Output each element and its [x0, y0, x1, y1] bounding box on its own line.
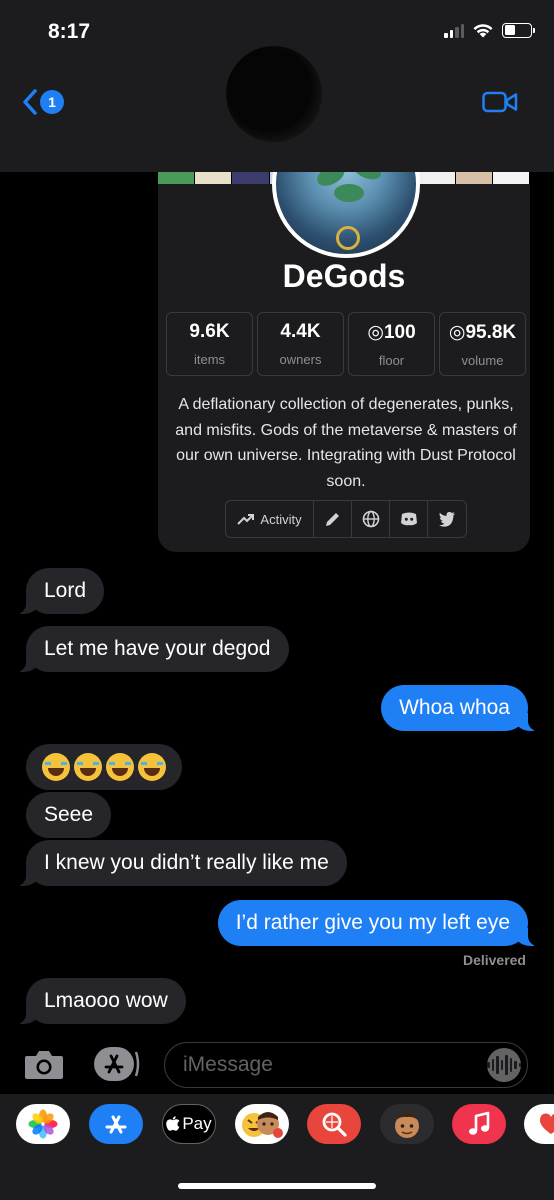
collection-thumbnail [455, 172, 493, 184]
twitter-button[interactable] [428, 501, 466, 537]
face-with-tears-of-joy-icon [138, 753, 166, 781]
audio-message-button[interactable] [487, 1048, 521, 1082]
collection-title: DeGods [282, 258, 406, 294]
contact-avatar-redacted[interactable] [226, 46, 322, 142]
message-incoming[interactable]: I knew you didn’t really like me [16, 840, 347, 886]
message-input[interactable] [183, 1053, 463, 1077]
imessage-compose-field[interactable] [164, 1042, 528, 1088]
discord-button[interactable] [390, 501, 428, 537]
apple-logo-icon [166, 1116, 180, 1131]
delivered-status: Delivered [462, 952, 526, 968]
face-with-tears-of-joy-icon [42, 753, 70, 781]
trending-up-icon [237, 514, 255, 525]
face-with-tears-of-joy-icon [106, 753, 134, 781]
memoji-stickers-app[interactable] [235, 1104, 289, 1144]
apple-pay-label: Pay [182, 1114, 212, 1133]
pencil-icon [325, 513, 339, 526]
message-incoming[interactable]: Lord [15, 568, 105, 614]
message-incoming[interactable]: Let me have your degod [16, 626, 289, 672]
message-incoming[interactable]: Lmaooo wow [16, 978, 186, 1024]
camera-icon[interactable] [24, 1048, 64, 1080]
wifi-icon [473, 24, 493, 38]
collection-thumbnail [492, 172, 530, 184]
discord-icon [400, 512, 417, 526]
memoji-app[interactable] [380, 1104, 434, 1144]
unread-count-badge: 1 [40, 90, 64, 114]
cellular-signal-icon [444, 23, 464, 38]
collection-thumbnail [418, 172, 456, 184]
home-indicator[interactable] [178, 1183, 376, 1189]
message-incoming[interactable]: Seee [26, 792, 112, 838]
stat-items: 9.6K items [166, 312, 253, 376]
stat-floor: ◎100 floor [348, 312, 435, 376]
activity-label: Activity [260, 511, 302, 527]
photos-app-icon[interactable] [16, 1104, 70, 1144]
stat-volume: ◎95.8K volume [439, 312, 526, 376]
message-outgoing[interactable]: I’d rather give you my left eye [217, 900, 539, 946]
website-button[interactable] [352, 501, 390, 537]
nft-link-preview-card[interactable]: DeGods 9.6K items 4.4K owners ◎100 floor ◎9… [158, 150, 530, 552]
activity-button[interactable]: Activity [226, 501, 314, 537]
app-store-icon[interactable] [89, 1104, 143, 1144]
face-with-tears-of-joy-icon [74, 753, 102, 781]
conversation-header: 8:17 1 [0, 0, 554, 172]
apple-pay-app[interactable]: Pay [162, 1104, 216, 1144]
app-store-apps-icon[interactable] [92, 1046, 140, 1082]
chevron-left-icon [23, 89, 37, 115]
collection-stats: 9.6K items 4.4K owners ◎100 floor ◎95.8K vol… [166, 312, 526, 376]
collection-actions: Activity [225, 500, 467, 538]
music-app-icon[interactable] [452, 1104, 506, 1144]
battery-icon [502, 22, 535, 38]
stat-owners: 4.4K owners [257, 312, 344, 376]
message-incoming-emoji[interactable] [26, 744, 182, 790]
globe-icon [362, 510, 379, 528]
heart-app-icon[interactable] [524, 1104, 554, 1144]
collection-thumbnail [195, 172, 233, 184]
status-time: 8:17 [48, 20, 91, 43]
collection-thumbnail [232, 172, 270, 184]
twitter-icon [439, 511, 455, 527]
back-button[interactable]: 1 [22, 88, 64, 116]
web-images-search-app[interactable] [307, 1104, 361, 1144]
video-call-icon[interactable] [482, 90, 518, 114]
message-outgoing[interactable]: Whoa whoa [381, 685, 538, 731]
collection-description: A deflationary collection of degenerates… [175, 396, 517, 490]
edit-button[interactable] [314, 501, 352, 537]
status-icons [444, 22, 535, 38]
collection-thumbnail [158, 172, 196, 184]
